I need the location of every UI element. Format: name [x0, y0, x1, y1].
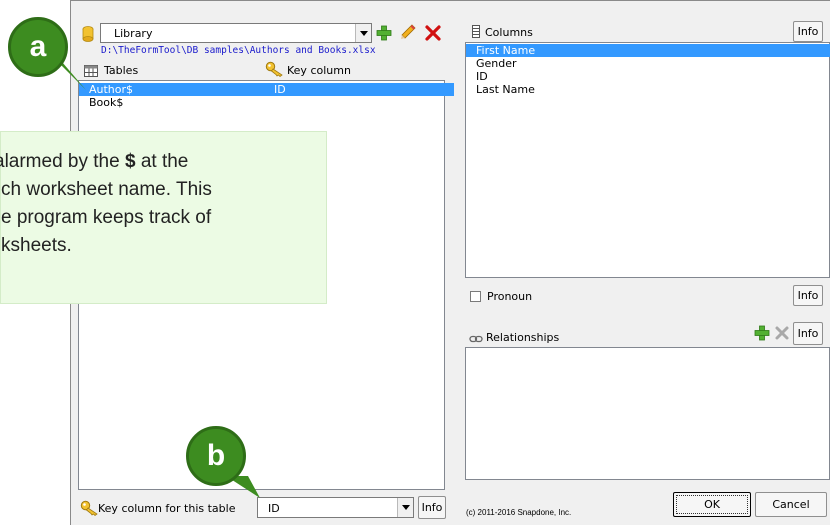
relationships-info-button[interactable]: Info — [793, 322, 823, 345]
key-column-header-label: Key column — [287, 64, 351, 77]
edit-pencil-icon[interactable] — [399, 23, 417, 43]
list-item[interactable]: ID — [466, 70, 830, 83]
data-source-value: Library — [114, 27, 153, 40]
callout-box: alarmed by the $ at the ch worksheet nam… — [0, 131, 327, 304]
pronoun-label: Pronoun — [487, 290, 533, 303]
table-name: Author$ — [89, 83, 134, 96]
key-icon — [80, 500, 100, 517]
columns-list[interactable]: First Name Gender ID Last Name — [465, 42, 830, 278]
key-icon — [265, 61, 285, 78]
cancel-button[interactable]: Cancel — [755, 492, 827, 517]
add-relationship-button[interactable] — [753, 324, 771, 342]
delete-relationship-icon[interactable] — [773, 324, 791, 342]
columns-info-button[interactable]: Info — [793, 21, 823, 42]
add-source-button[interactable] — [375, 24, 393, 42]
callout-line-2: ch worksheet name. This — [1, 179, 212, 200]
pronoun-checkbox[interactable] — [470, 291, 481, 302]
columns-label: Columns — [485, 26, 533, 39]
link-icon — [469, 331, 483, 343]
badge-b: b — [186, 426, 246, 486]
tables-header-label: Tables — [104, 64, 139, 77]
callout-line-3: e program keeps track of — [1, 207, 212, 228]
table-key: ID — [274, 83, 286, 96]
columns-icon — [472, 25, 480, 38]
ok-button[interactable]: OK — [673, 492, 751, 517]
data-source-select[interactable]: Library — [100, 23, 372, 43]
pronoun-info-button[interactable]: Info — [793, 285, 823, 306]
list-item[interactable]: Last Name — [466, 83, 830, 96]
table-row[interactable]: Book$ — [79, 96, 454, 109]
relationships-list[interactable] — [465, 347, 830, 480]
list-item[interactable]: Gender — [466, 57, 830, 70]
ok-focus-rect — [676, 495, 748, 514]
list-item[interactable]: First Name — [466, 44, 830, 57]
delete-source-icon[interactable] — [423, 23, 443, 43]
callout-line-4: ksheets. — [1, 235, 72, 256]
badge-a: a — [8, 17, 68, 77]
key-column-info-button[interactable]: Info — [418, 496, 446, 519]
table-row[interactable]: Author$ ID — [79, 83, 454, 96]
table-name: Book$ — [89, 96, 124, 109]
dropdown-arrow-icon[interactable] — [355, 24, 371, 42]
key-column-select[interactable]: ID — [257, 497, 414, 518]
callout-line-1: alarmed by the $ at the — [0, 151, 189, 172]
relationships-label: Relationships — [486, 331, 560, 344]
copyright-text: (c) 2011-2016 Snapdone, Inc. — [466, 508, 572, 517]
source-path: D:\TheFormTool\DB samples\Authors and Bo… — [101, 45, 376, 56]
dropdown-arrow-icon[interactable] — [397, 498, 413, 517]
